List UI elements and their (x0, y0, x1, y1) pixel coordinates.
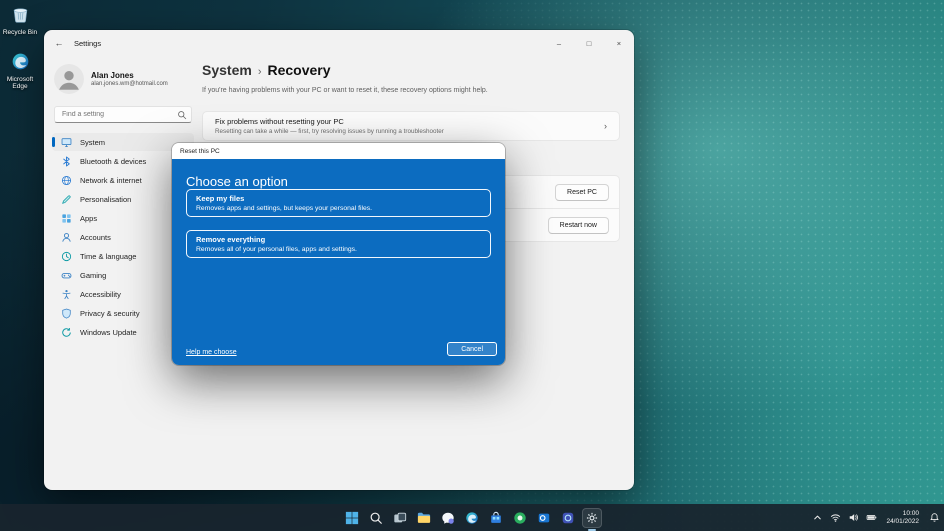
desktop-icon-recycle-bin[interactable]: Recycle Bin (0, 5, 40, 36)
reset-this-pc-dialog: Reset this PC Choose an option Keep my f… (172, 143, 505, 365)
option-title: Keep my files (196, 194, 481, 203)
desktop-icon-microsoft-edge[interactable]: Microsoft Edge (0, 52, 40, 91)
close-button[interactable]: × (604, 30, 634, 56)
app-green-icon[interactable] (510, 508, 530, 528)
troubleshoot-subtitle: Resetting can take a while — first, try … (215, 128, 444, 135)
sidebar-item-label: Gaming (80, 271, 106, 280)
breadcrumb-separator-icon: › (258, 66, 262, 78)
shield-icon (61, 308, 72, 319)
help-me-choose-link[interactable]: Help me choose (186, 349, 237, 356)
search-input[interactable] (54, 106, 192, 123)
sidebar-item-label: Accessibility (80, 290, 121, 299)
clock-date: 24/01/2022 (886, 518, 919, 526)
dialog-titlebar[interactable]: Reset this PC (172, 143, 505, 159)
clock-icon (61, 251, 72, 262)
clock-time: 10:00 (903, 510, 919, 518)
system-tray: 10:00 24/01/2022 (810, 504, 941, 531)
accessibility-icon (61, 289, 72, 300)
battery-icon[interactable] (864, 511, 878, 525)
option-description: Removes all of your personal files, apps… (196, 246, 481, 253)
recycle-bin-icon (11, 5, 30, 27)
sidebar-item-label: Accounts (80, 233, 111, 242)
option-remove-everything[interactable]: Remove everything Removes all of your pe… (186, 230, 491, 258)
update-icon (61, 327, 72, 338)
search-icon[interactable] (366, 508, 386, 528)
page-title: Recovery (267, 62, 330, 78)
active-indicator (52, 137, 55, 147)
dialog-heading: Choose an option (186, 174, 491, 189)
profile-email: alan.jones.wm@hotmail.com (91, 81, 168, 87)
file-explorer-icon[interactable] (414, 508, 434, 528)
taskbar-center (342, 504, 602, 531)
sidebar-item-label: Time & language (80, 252, 136, 261)
taskbar-clock[interactable]: 10:00 24/01/2022 (882, 510, 923, 526)
dialog-body: Choose an option Keep my files Removes a… (172, 159, 505, 365)
desktop-icon-label: Microsoft Edge (0, 76, 40, 91)
desktop-icon-label: Recycle Bin (3, 29, 37, 37)
search-icon (177, 107, 187, 117)
sidebar-item-label: Bluetooth & devices (80, 157, 146, 166)
troubleshoot-card[interactable]: Fix problems without resetting your PC R… (202, 111, 620, 141)
wifi-icon[interactable] (828, 511, 842, 525)
start-icon[interactable] (342, 508, 362, 528)
edge-icon (11, 52, 30, 74)
chat-icon[interactable] (438, 508, 458, 528)
task-view-icon[interactable] (390, 508, 410, 528)
settings-titlebar[interactable]: ← Settings – □ × (44, 30, 634, 56)
profile-name: Alan Jones (91, 71, 168, 80)
cancel-button[interactable]: Cancel (447, 342, 497, 356)
sidebar-item-label: Apps (80, 214, 97, 223)
sidebar-item-label: System (80, 138, 105, 147)
sidebar-item-label: Network & internet (80, 176, 142, 185)
system-icon (61, 137, 72, 148)
troubleshoot-text: Fix problems without resetting your PC R… (215, 117, 444, 135)
taskbar: 10:00 24/01/2022 (0, 504, 944, 531)
window-controls: – □ × (544, 30, 634, 56)
gamepad-icon (61, 270, 72, 281)
globe-icon (61, 175, 72, 186)
search-box (54, 103, 192, 123)
settings-taskbar-icon[interactable] (582, 508, 602, 528)
window-title: Settings (74, 39, 101, 48)
reset-pc-button[interactable]: Reset PC (555, 184, 609, 201)
option-title: Remove everything (196, 235, 481, 244)
brush-icon (61, 194, 72, 205)
desktop: Recycle Bin Microsoft Edge ← Settings – … (0, 0, 944, 531)
app-blue-icon[interactable] (534, 508, 554, 528)
breadcrumb: System › Recovery (202, 62, 620, 78)
chevron-right-icon: › (604, 121, 607, 131)
page-description: If you're having problems with your PC o… (202, 87, 620, 94)
tray-chevron-up-icon[interactable] (810, 511, 824, 525)
sidebar-item-label: Privacy & security (80, 309, 140, 318)
option-description: Removes apps and settings, but keeps you… (196, 205, 481, 212)
person-icon (61, 232, 72, 243)
volume-icon[interactable] (846, 511, 860, 525)
option-keep-my-files[interactable]: Keep my files Removes apps and settings,… (186, 189, 491, 217)
store-icon[interactable] (486, 508, 506, 528)
avatar (54, 64, 84, 94)
dialog-title: Reset this PC (180, 148, 220, 155)
notification-icon[interactable] (927, 511, 941, 525)
sidebar-item-label: Personalisation (80, 195, 131, 204)
edge-taskbar-icon[interactable] (462, 508, 482, 528)
minimize-button[interactable]: – (544, 30, 574, 56)
breadcrumb-parent[interactable]: System (202, 62, 252, 78)
sidebar-item-label: Windows Update (80, 328, 137, 337)
profile-block[interactable]: Alan Jones alan.jones.wm@hotmail.com (52, 60, 194, 103)
restart-now-button[interactable]: Restart now (548, 217, 609, 234)
app-indigo-icon[interactable] (558, 508, 578, 528)
maximize-button[interactable]: □ (574, 30, 604, 56)
dialog-footer: Help me choose Cancel (186, 342, 497, 356)
bluetooth-icon (61, 156, 72, 167)
troubleshoot-title: Fix problems without resetting your PC (215, 117, 444, 126)
back-button[interactable]: ← (44, 38, 74, 48)
apps-grid-icon (61, 213, 72, 224)
